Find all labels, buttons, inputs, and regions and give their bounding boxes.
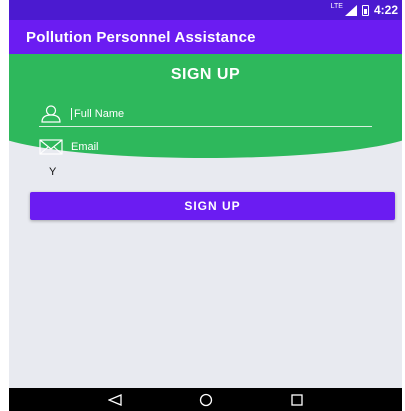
text-cursor	[71, 108, 72, 120]
navigation-bar	[9, 388, 402, 411]
full-name-placeholder: Full Name	[74, 108, 125, 120]
form-title: SIGN UP	[170, 66, 241, 83]
nav-back-icon[interactable]	[107, 393, 122, 406]
app-screen: LTE 4:22 Pollution Personnel Assistance …	[9, 0, 402, 411]
signal-icon	[344, 4, 357, 16]
status-bar: LTE 4:22	[9, 0, 402, 20]
person-icon	[39, 105, 63, 123]
battery-icon	[361, 4, 369, 16]
app-bar: Pollution Personnel Assistance	[9, 20, 402, 54]
email-field[interactable]: Email	[39, 136, 379, 158]
nav-recents-icon[interactable]	[291, 393, 303, 406]
nav-home-icon[interactable]	[199, 393, 213, 407]
email-placeholder: Email	[71, 141, 99, 153]
full-name-underline	[39, 126, 372, 127]
status-time: 4:22	[373, 3, 398, 17]
signup-button[interactable]: SIGN UP	[30, 192, 395, 220]
envelope-icon	[39, 138, 63, 156]
network-type: LTE	[330, 3, 343, 10]
extra-label: Y	[49, 166, 57, 178]
app-title: Pollution Personnel Assistance	[26, 28, 256, 46]
full-name-field[interactable]: Full Name	[39, 103, 379, 125]
